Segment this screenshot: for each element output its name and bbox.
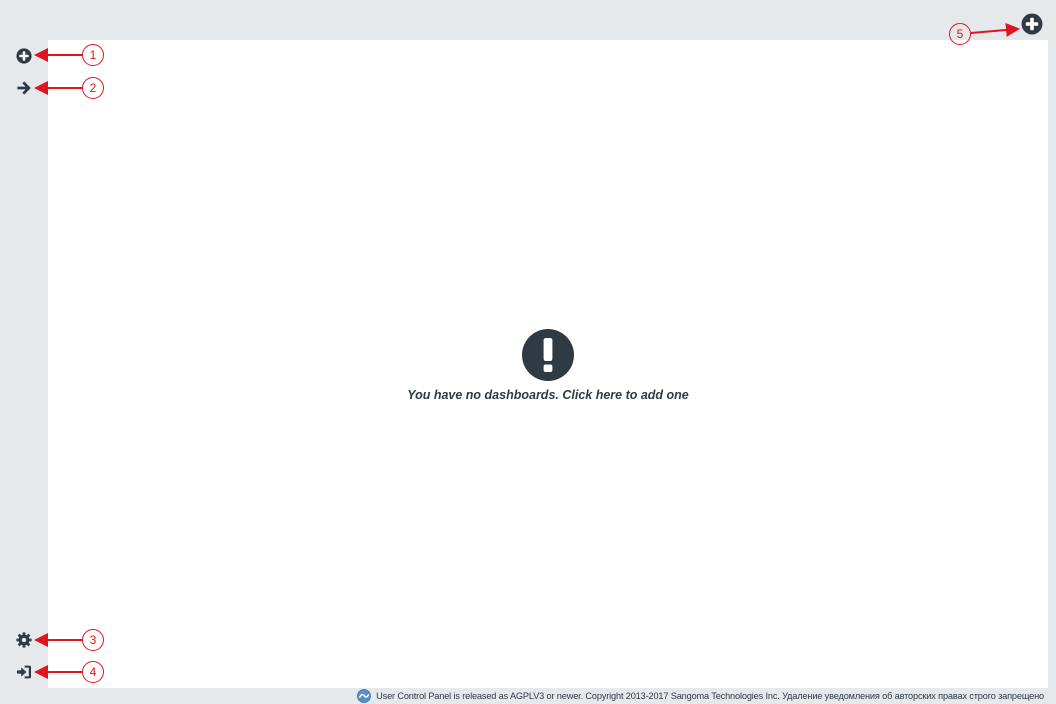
sangoma-logo-icon — [357, 689, 372, 703]
plus-circle-icon — [16, 48, 32, 64]
footer: User Control Panel is released as AGPLV3… — [0, 688, 1056, 704]
sidebar-logout-button[interactable] — [14, 662, 34, 682]
top-bar — [0, 0, 1056, 40]
sidebar — [0, 40, 48, 688]
gear-icon — [16, 632, 32, 648]
callout-4: 4 — [82, 661, 104, 683]
empty-dashboard-message[interactable]: You have no dashboards. Click here to ad… — [48, 328, 1048, 402]
empty-dashboard-text: You have no dashboards. Click here to ad… — [407, 388, 689, 402]
callout-3: 3 — [82, 629, 104, 651]
sidebar-settings-button[interactable] — [14, 630, 34, 650]
callout-2: 2 — [82, 77, 104, 99]
footer-copyright: User Control Panel is released as AGPLV3… — [357, 689, 1044, 703]
callout-1: 1 — [82, 44, 104, 66]
sidebar-add-button[interactable] — [14, 46, 34, 66]
sign-out-icon — [17, 665, 31, 679]
arrow-right-icon — [17, 81, 31, 95]
footer-text: User Control Panel is released as AGPLV3… — [376, 691, 1044, 701]
app-window: You have no dashboards. Click here to ad… — [0, 0, 1056, 704]
sidebar-expand-button[interactable] — [14, 78, 34, 98]
plus-circle-icon — [1021, 13, 1043, 35]
dashboard-area: You have no dashboards. Click here to ad… — [48, 40, 1048, 688]
callout-5: 5 — [949, 23, 971, 45]
exclamation-icon — [522, 329, 574, 381]
add-dashboard-button[interactable] — [1020, 12, 1044, 36]
